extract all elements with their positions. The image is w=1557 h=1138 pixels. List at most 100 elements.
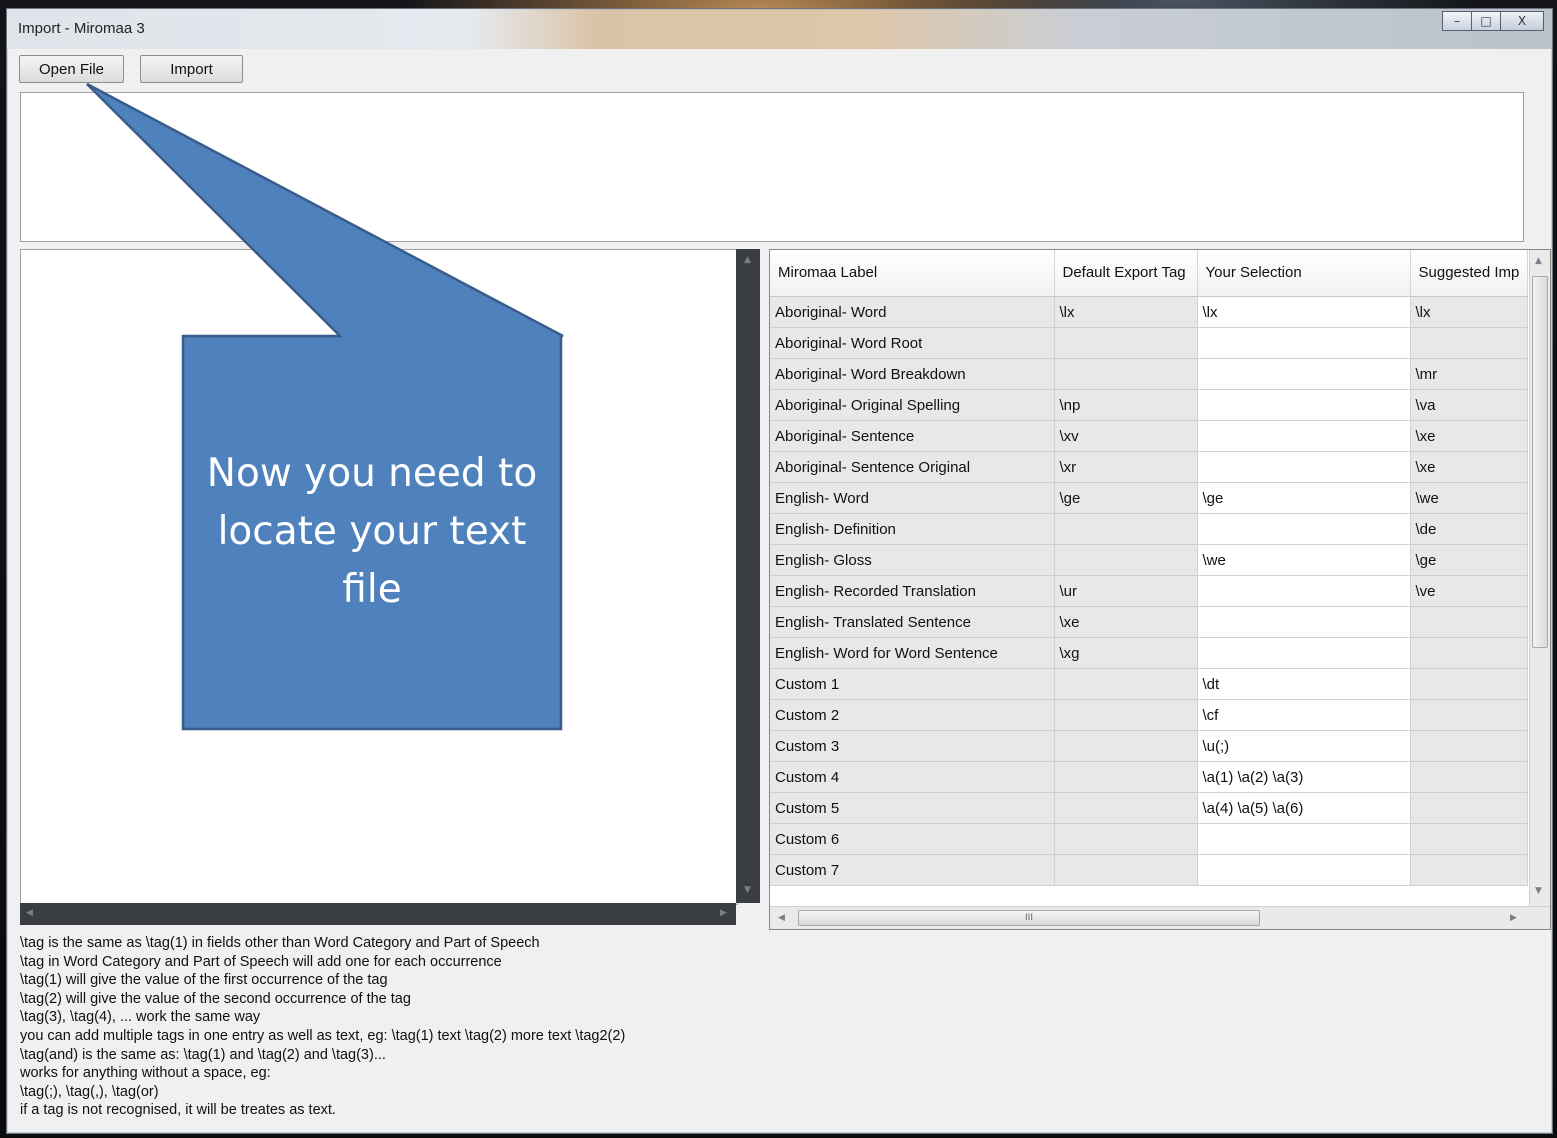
- table-row[interactable]: English- Recorded Translation \ur \ve: [770, 575, 1528, 607]
- scroll-up-icon[interactable]: ▲: [1535, 256, 1542, 266]
- preview-vertical-scrollbar[interactable]: ▲ ▼: [736, 249, 760, 903]
- minimize-button[interactable]: –: [1442, 11, 1472, 31]
- cell-default-export-tag: \xr: [1054, 451, 1198, 483]
- scroll-down-icon[interactable]: ▼: [1535, 886, 1542, 896]
- column-header-miromaa-label[interactable]: Miromaa Label: [770, 250, 1055, 297]
- table-row[interactable]: Custom 7: [770, 854, 1528, 886]
- cell-suggested-import: [1410, 854, 1528, 886]
- table-row[interactable]: Aboriginal- Word \lx \lx \lx: [770, 296, 1528, 328]
- cell-miromaa-label: Aboriginal- Word Breakdown: [770, 358, 1055, 390]
- cell-your-selection[interactable]: \u(;): [1197, 730, 1411, 762]
- open-file-button[interactable]: Open File: [19, 55, 124, 83]
- cell-your-selection[interactable]: [1197, 451, 1411, 483]
- cell-your-selection[interactable]: [1197, 358, 1411, 390]
- scroll-left-icon[interactable]: ◀: [26, 908, 33, 918]
- cell-default-export-tag: [1054, 730, 1198, 762]
- cell-default-export-tag: [1054, 699, 1198, 731]
- tag-mapping-table: Miromaa Label Default Export Tag Your Se…: [770, 250, 1528, 886]
- scroll-down-icon[interactable]: ▼: [744, 885, 751, 895]
- cell-miromaa-label: Aboriginal- Word Root: [770, 327, 1055, 359]
- file-path-area[interactable]: [20, 92, 1524, 242]
- table-row[interactable]: Aboriginal- Sentence \xv \xe: [770, 420, 1528, 452]
- cell-default-export-tag: \xv: [1054, 420, 1198, 452]
- import-button[interactable]: Import: [140, 55, 243, 83]
- cell-your-selection[interactable]: \we: [1197, 544, 1411, 576]
- cell-your-selection[interactable]: \cf: [1197, 699, 1411, 731]
- table-row[interactable]: Custom 6: [770, 823, 1528, 855]
- table-row[interactable]: Aboriginal- Word Breakdown \mr: [770, 358, 1528, 390]
- table-row[interactable]: Aboriginal- Word Root: [770, 327, 1528, 359]
- cell-your-selection[interactable]: [1197, 389, 1411, 421]
- cell-suggested-import: [1410, 606, 1528, 638]
- table-row[interactable]: English- Word \ge \ge \we: [770, 482, 1528, 514]
- cell-your-selection[interactable]: [1197, 637, 1411, 669]
- cell-suggested-import: [1410, 761, 1528, 793]
- table-row[interactable]: English- Gloss \we \ge: [770, 544, 1528, 576]
- cell-default-export-tag: [1054, 854, 1198, 886]
- table-row[interactable]: Custom 1 \dt: [770, 668, 1528, 700]
- table-row[interactable]: Custom 4 \a(1) \a(2) \a(3): [770, 761, 1528, 793]
- cell-miromaa-label: Custom 1: [770, 668, 1055, 700]
- cell-miromaa-label: Custom 3: [770, 730, 1055, 762]
- cell-your-selection[interactable]: [1197, 420, 1411, 452]
- grid-horizontal-scrollbar[interactable]: ◀ III ▶: [770, 906, 1550, 929]
- table-row[interactable]: English- Definition \de: [770, 513, 1528, 545]
- cell-your-selection[interactable]: [1197, 854, 1411, 886]
- help-line: works for anything without a space, eg:: [20, 1065, 271, 1082]
- grid-vertical-scroll-thumb[interactable]: [1532, 276, 1548, 648]
- cell-your-selection[interactable]: \a(4) \a(5) \a(6): [1197, 792, 1411, 824]
- cell-your-selection[interactable]: \lx: [1197, 296, 1411, 328]
- cell-your-selection[interactable]: [1197, 606, 1411, 638]
- table-header-row: Miromaa Label Default Export Tag Your Se…: [770, 250, 1528, 297]
- table-row[interactable]: Aboriginal- Sentence Original \xr \xe: [770, 451, 1528, 483]
- cell-your-selection[interactable]: [1197, 327, 1411, 359]
- scroll-up-icon[interactable]: ▲: [744, 255, 751, 265]
- cell-default-export-tag: [1054, 327, 1198, 359]
- cell-default-export-tag: \lx: [1054, 296, 1198, 328]
- scroll-right-icon[interactable]: ▶: [1510, 913, 1517, 923]
- help-line: \tag is the same as \tag(1) in fields ot…: [20, 935, 540, 951]
- cell-suggested-import: \va: [1410, 389, 1528, 421]
- table-row[interactable]: English- Word for Word Sentence \xg: [770, 637, 1528, 669]
- cell-default-export-tag: [1054, 823, 1198, 855]
- scroll-right-icon[interactable]: ▶: [720, 908, 727, 918]
- cell-your-selection[interactable]: [1197, 575, 1411, 607]
- cell-default-export-tag: [1054, 544, 1198, 576]
- cell-your-selection[interactable]: \dt: [1197, 668, 1411, 700]
- help-line: \tag(2) will give the value of the secon…: [20, 990, 411, 1007]
- table-row[interactable]: Custom 2 \cf: [770, 699, 1528, 731]
- grid-vertical-scrollbar[interactable]: ▲ ▼: [1529, 250, 1550, 906]
- cell-miromaa-label: English- Word: [770, 482, 1055, 514]
- cell-your-selection[interactable]: [1197, 513, 1411, 545]
- cell-default-export-tag: \ur: [1054, 575, 1198, 607]
- cell-your-selection[interactable]: \a(1) \a(2) \a(3): [1197, 761, 1411, 793]
- table-row[interactable]: Custom 3 \u(;): [770, 730, 1528, 762]
- cell-suggested-import: [1410, 730, 1528, 762]
- cell-default-export-tag: [1054, 513, 1198, 545]
- column-header-default-export-tag[interactable]: Default Export Tag: [1054, 250, 1198, 297]
- cell-your-selection[interactable]: \ge: [1197, 482, 1411, 514]
- preview-horizontal-scrollbar[interactable]: ◀ ▶: [20, 903, 736, 925]
- column-header-suggested-import[interactable]: Suggested Imp: [1410, 250, 1528, 297]
- tag-mapping-grid: Miromaa Label Default Export Tag Your Se…: [769, 249, 1551, 930]
- maximize-button[interactable]: □: [1471, 11, 1501, 31]
- cell-suggested-import: \mr: [1410, 358, 1528, 390]
- column-header-your-selection[interactable]: Your Selection: [1197, 250, 1411, 297]
- window-controls: – □ X: [1442, 11, 1544, 31]
- cell-suggested-import: \we: [1410, 482, 1528, 514]
- table-row[interactable]: Custom 5 \a(4) \a(5) \a(6): [770, 792, 1528, 824]
- help-line: \tag(1) will give the value of the first…: [20, 972, 388, 989]
- scroll-left-icon[interactable]: ◀: [778, 913, 785, 923]
- title-bar[interactable]: Import - Miromaa 3 – □ X: [7, 9, 1552, 49]
- close-button[interactable]: X: [1500, 11, 1544, 31]
- cell-suggested-import: \ve: [1410, 575, 1528, 607]
- cell-your-selection[interactable]: [1197, 823, 1411, 855]
- cell-default-export-tag: [1054, 358, 1198, 390]
- cell-miromaa-label: Custom 6: [770, 823, 1055, 855]
- help-line: \tag(;), \tag(,), \tag(or): [20, 1083, 159, 1100]
- grid-horizontal-scroll-thumb[interactable]: III: [798, 910, 1260, 926]
- table-row[interactable]: English- Translated Sentence \xe: [770, 606, 1528, 638]
- table-row[interactable]: Aboriginal- Original Spelling \np \va: [770, 389, 1528, 421]
- cell-miromaa-label: Aboriginal- Sentence Original: [770, 451, 1055, 483]
- cell-suggested-import: \de: [1410, 513, 1528, 545]
